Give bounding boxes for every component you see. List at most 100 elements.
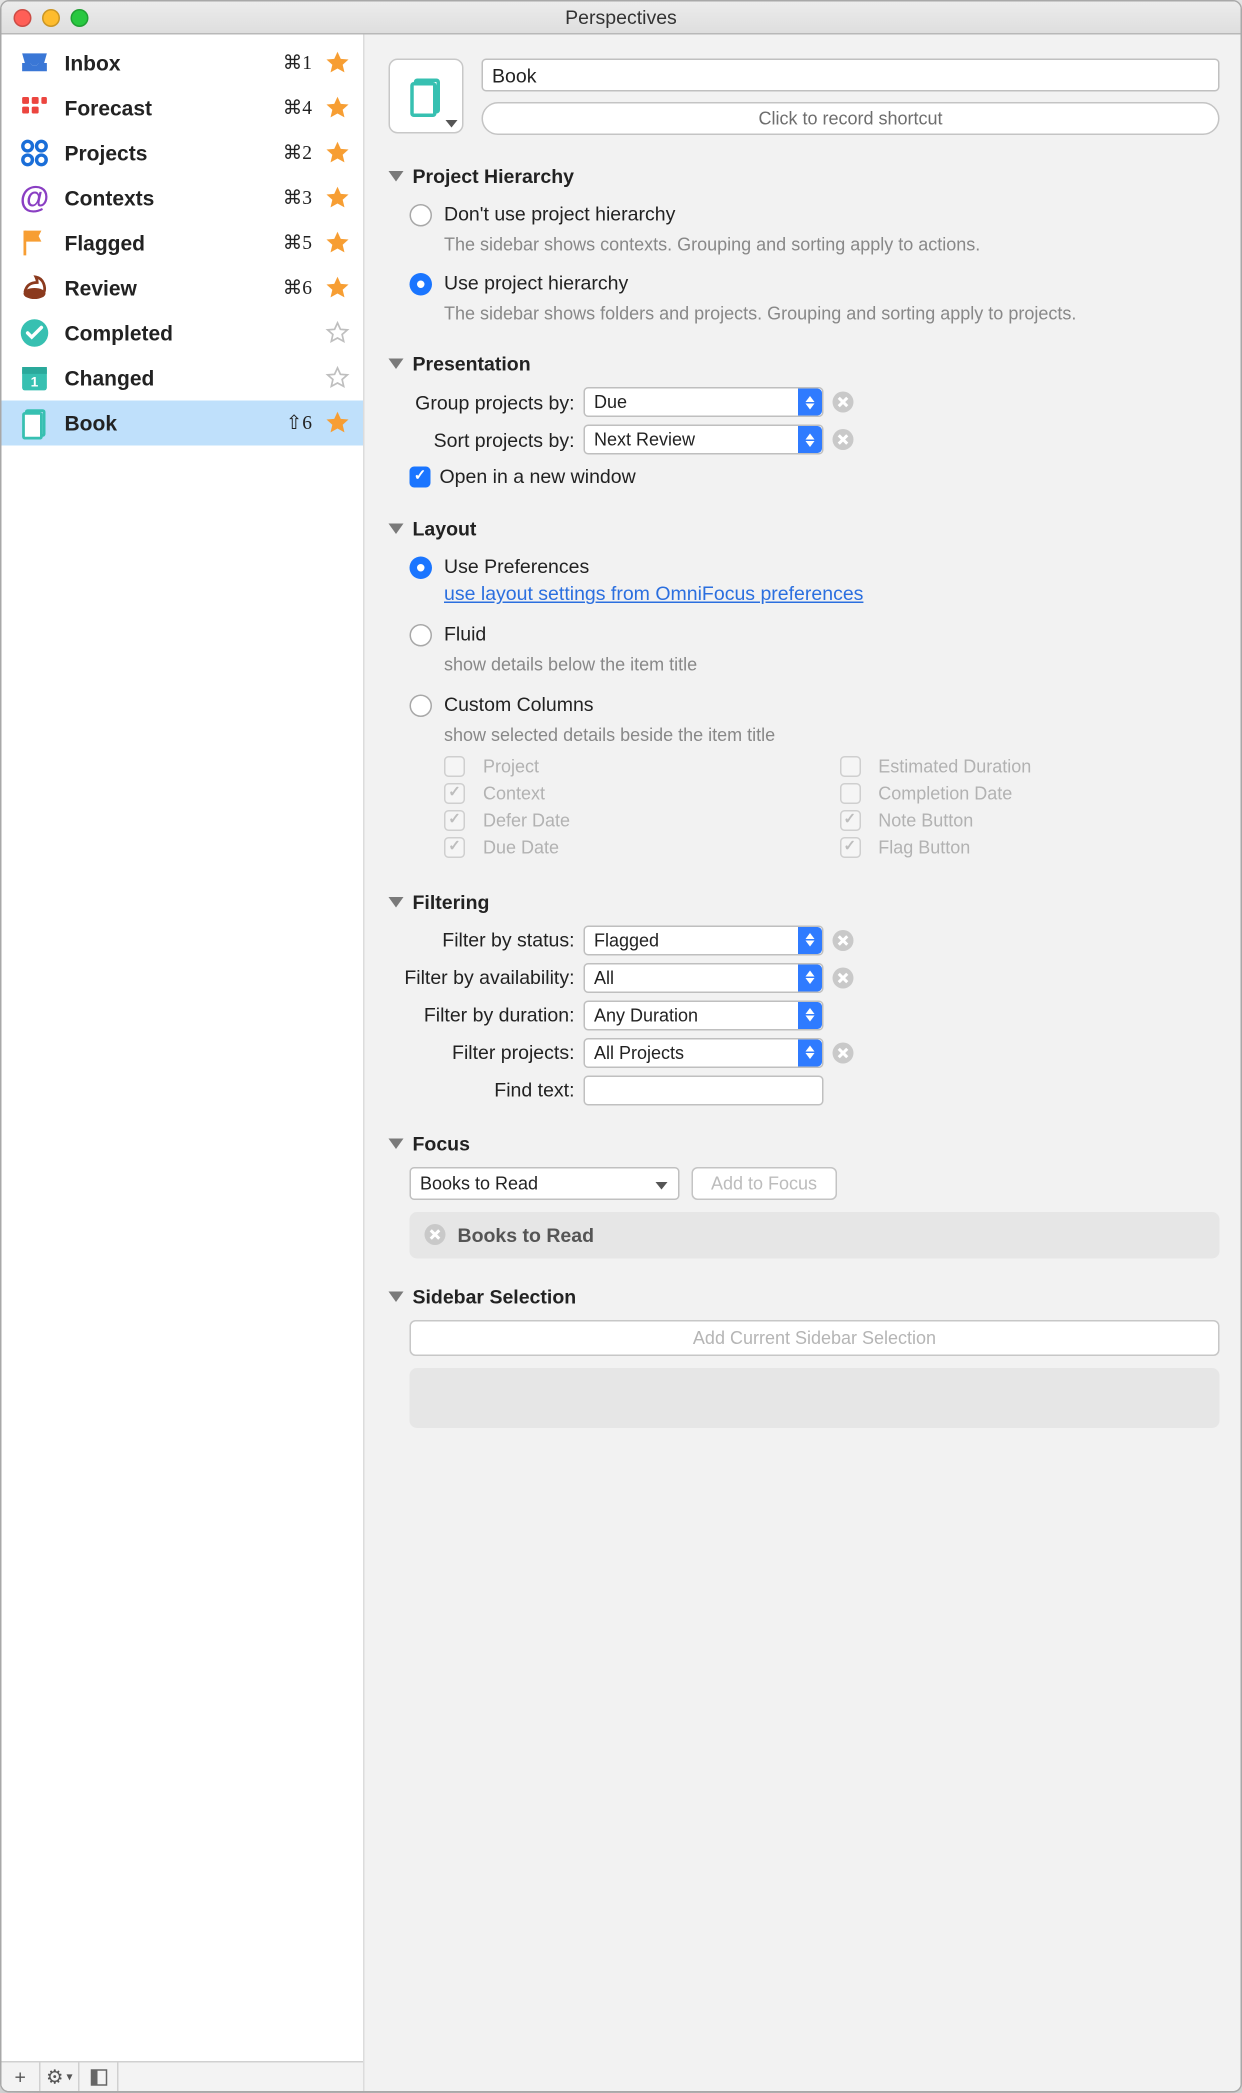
- star-icon[interactable]: [324, 140, 351, 167]
- perspective-row-book[interactable]: Book ⇧6: [2, 401, 364, 446]
- record-shortcut-button[interactable]: Click to record shortcut: [482, 102, 1220, 135]
- column-checkbox-grid: Project Estimated Duration Context Compl…: [389, 750, 1220, 864]
- column-completion-date: Completion Date: [839, 783, 1219, 804]
- disclosure-triangle-icon[interactable]: [389, 524, 404, 535]
- toggle-detail-button[interactable]: [80, 2062, 119, 2092]
- perspective-shortcut: ⌘1: [283, 51, 312, 75]
- clear-button[interactable]: [833, 1042, 854, 1063]
- group-projects-popup[interactable]: Due: [584, 388, 824, 418]
- perspective-shortcut: ⌘6: [283, 276, 312, 300]
- add-to-focus-button[interactable]: Add to Focus: [692, 1167, 837, 1200]
- radio-icon: [410, 204, 433, 227]
- perspective-name-value: Book: [492, 64, 536, 87]
- star-icon[interactable]: [324, 230, 351, 257]
- radio-label: Fluid: [444, 623, 486, 646]
- sort-projects-popup[interactable]: Next Review: [584, 425, 824, 455]
- column-context: Context: [444, 783, 824, 804]
- focus-token[interactable]: Books to Read: [410, 1212, 1220, 1259]
- radio-layout-fluid[interactable]: Fluid: [389, 620, 1220, 650]
- layout-preferences-link[interactable]: use layout settings from OmniFocus prefe…: [444, 583, 863, 606]
- perspective-row-inbox[interactable]: Inbox ⌘1: [2, 41, 364, 86]
- open-new-window-checkbox[interactable]: Open in a new window: [389, 463, 1220, 492]
- radio-use-hierarchy[interactable]: Use project hierarchy: [389, 269, 1220, 299]
- stepper-arrows-icon: [798, 1039, 822, 1066]
- find-text-field[interactable]: [584, 1075, 824, 1105]
- contexts-icon: @: [17, 180, 53, 216]
- sort-projects-label: Sort projects by:: [389, 429, 584, 452]
- filter-duration-label: Filter by duration:: [389, 1004, 584, 1027]
- star-icon[interactable]: [324, 50, 351, 77]
- clear-button[interactable]: [833, 967, 854, 988]
- perspective-icon-well[interactable]: [389, 59, 464, 134]
- perspective-name: Inbox: [65, 51, 271, 75]
- inbox-icon: [17, 45, 53, 81]
- remove-focus-token-icon[interactable]: [425, 1224, 446, 1245]
- perspective-row-review[interactable]: Review ⌘6: [2, 266, 364, 311]
- clear-button[interactable]: [833, 930, 854, 951]
- radio-icon: [410, 694, 433, 717]
- perspective-row-forecast[interactable]: Forecast ⌘4: [2, 86, 364, 131]
- clear-button[interactable]: [833, 430, 854, 451]
- section-layout: Layout Use Preferences use layout settin…: [389, 518, 1220, 864]
- focus-combobox[interactable]: Books to Read: [410, 1167, 680, 1200]
- perspectives-window: Perspectives Inbox ⌘1: [0, 0, 1242, 2093]
- add-perspective-button[interactable]: +: [2, 2062, 41, 2092]
- disclosure-triangle-icon[interactable]: [389, 1138, 404, 1149]
- section-title: Filtering: [413, 891, 490, 914]
- filter-duration-popup[interactable]: Any Duration: [584, 1000, 824, 1030]
- perspective-row-flagged[interactable]: Flagged ⌘5: [2, 221, 364, 266]
- star-icon[interactable]: [324, 95, 351, 122]
- stepper-arrows-icon: [798, 927, 822, 954]
- perspective-shortcut: ⌘2: [283, 141, 312, 165]
- perspective-shortcut: ⇧6: [286, 411, 312, 435]
- section-title: Project Hierarchy: [413, 165, 575, 188]
- disclosure-triangle-icon[interactable]: [389, 1291, 404, 1302]
- perspective-row-contexts[interactable]: @ Contexts ⌘3: [2, 176, 364, 221]
- radio-label: Use Preferences: [444, 556, 589, 579]
- radio-label: Use project hierarchy: [444, 272, 628, 295]
- star-icon[interactable]: [324, 185, 351, 212]
- perspective-list-sidebar: Inbox ⌘1 Forecast ⌘4: [2, 35, 365, 2092]
- radio-description: The sidebar shows contexts. Grouping and…: [444, 233, 1220, 257]
- sidebar-footer: + ⚙▾: [2, 2061, 364, 2091]
- star-outline-icon[interactable]: [324, 365, 351, 392]
- disclosure-triangle-icon[interactable]: [389, 359, 404, 370]
- window-close-button[interactable]: [14, 8, 32, 26]
- add-sidebar-selection-button[interactable]: Add Current Sidebar Selection: [410, 1320, 1220, 1356]
- perspective-name: Book: [65, 411, 274, 435]
- perspective-name-field[interactable]: Book: [482, 59, 1220, 92]
- star-icon[interactable]: [324, 275, 351, 302]
- window-minimize-button[interactable]: [42, 8, 60, 26]
- gear-menu-button[interactable]: ⚙▾: [41, 2062, 80, 2092]
- filter-projects-popup[interactable]: All Projects: [584, 1038, 824, 1068]
- radio-layout-columns[interactable]: Custom Columns: [389, 689, 1220, 719]
- perspective-editor: Book Click to record shortcut Project Hi…: [365, 35, 1241, 2092]
- radio-icon: [410, 273, 433, 296]
- perspective-shortcut: ⌘3: [283, 186, 312, 210]
- perspective-row-completed[interactable]: Completed: [2, 311, 364, 356]
- section-title: Layout: [413, 518, 477, 541]
- column-defer-date: Defer Date: [444, 810, 824, 831]
- filter-availability-popup[interactable]: All: [584, 963, 824, 993]
- filter-status-popup[interactable]: Flagged: [584, 925, 824, 955]
- radio-layout-preferences[interactable]: Use Preferences: [389, 553, 1220, 583]
- clear-button[interactable]: [833, 392, 854, 413]
- flag-icon: [17, 225, 53, 261]
- disclosure-triangle-icon[interactable]: [389, 171, 404, 182]
- window-zoom-button[interactable]: [71, 8, 89, 26]
- perspective-name: Review: [65, 276, 271, 300]
- stepper-arrows-icon: [798, 964, 822, 991]
- perspective-row-projects[interactable]: Projects ⌘2: [2, 131, 364, 176]
- group-projects-label: Group projects by:: [389, 391, 584, 414]
- projects-icon: [17, 135, 53, 171]
- disclosure-triangle-icon[interactable]: [389, 897, 404, 908]
- star-outline-icon[interactable]: [324, 320, 351, 347]
- radio-dont-use-hierarchy[interactable]: Don't use project hierarchy: [389, 200, 1220, 230]
- star-icon[interactable]: [324, 410, 351, 437]
- stepper-arrows-icon: [798, 1002, 822, 1029]
- section-focus: Focus Books to Read Add to Focus Books t…: [389, 1132, 1220, 1258]
- perspective-row-changed[interactable]: 1 Changed: [2, 356, 364, 401]
- section-title: Sidebar Selection: [413, 1285, 577, 1308]
- perspective-name: Flagged: [65, 231, 271, 255]
- button-label: Add Current Sidebar Selection: [693, 1327, 936, 1348]
